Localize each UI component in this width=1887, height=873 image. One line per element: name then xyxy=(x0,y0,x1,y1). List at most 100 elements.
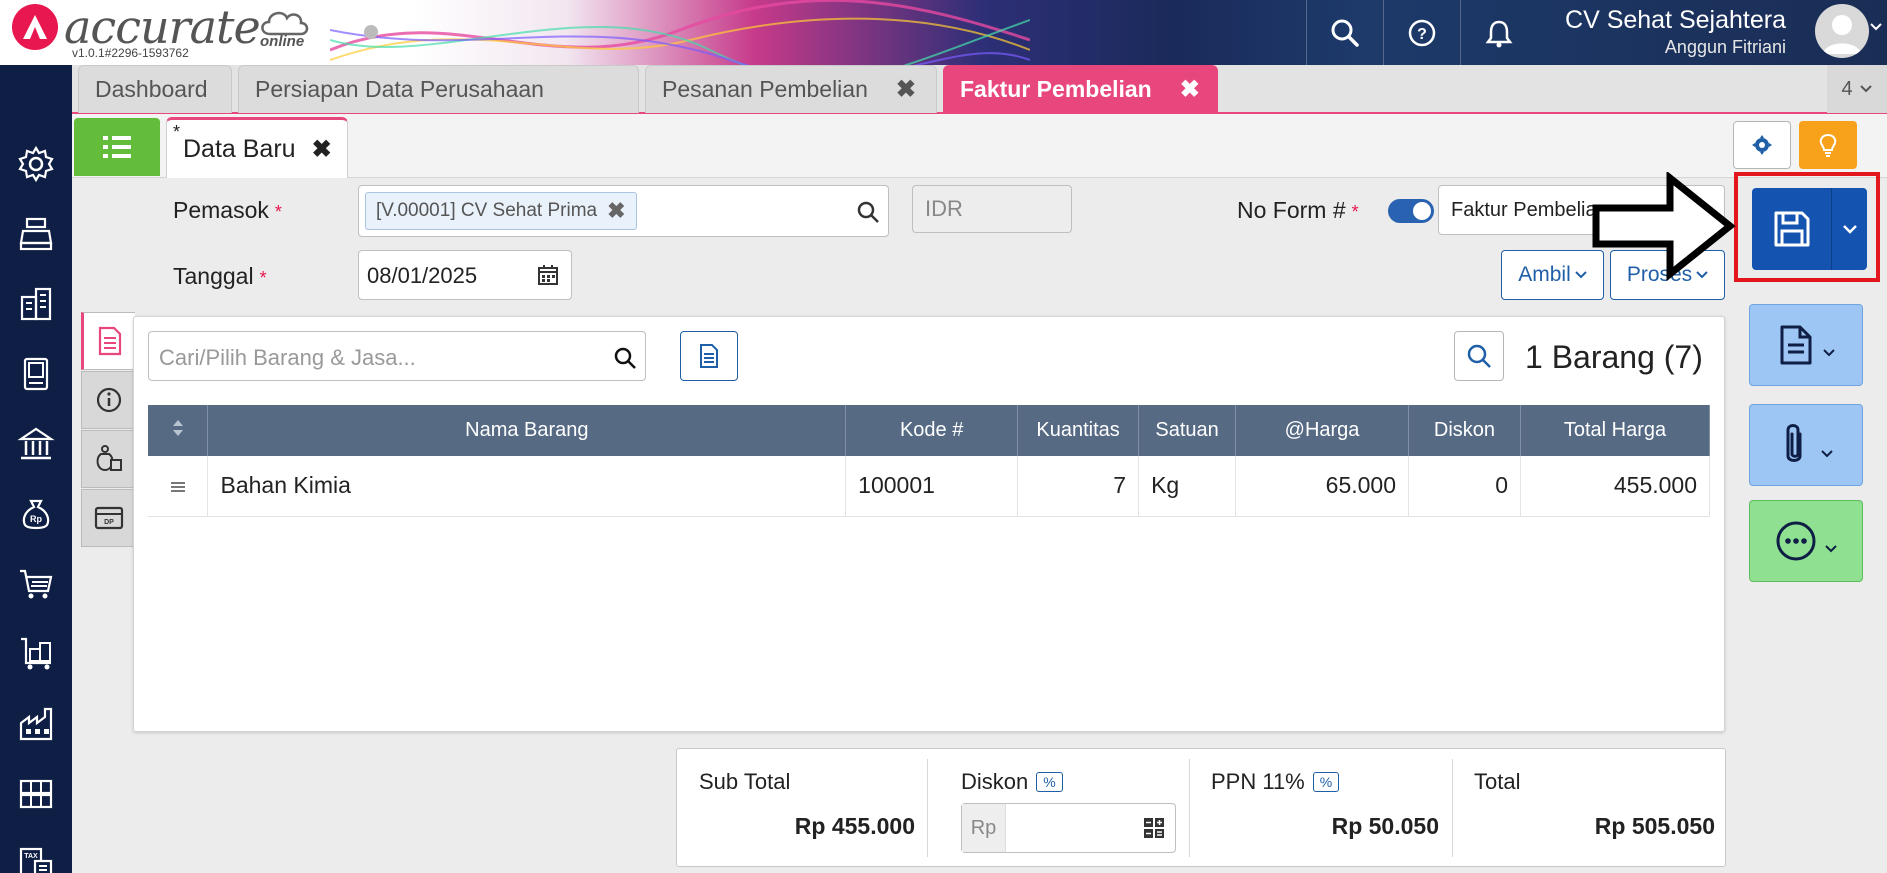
side-tab-dp[interactable]: DP xyxy=(81,489,135,547)
cell-diskon[interactable]: 0 xyxy=(1408,456,1521,517)
pemasok-field[interactable]: [V.00001] CV Sehat Prima ✖ xyxy=(358,185,889,237)
save-main[interactable] xyxy=(1752,188,1832,270)
more-options-button[interactable] xyxy=(1749,500,1863,582)
search-icon[interactable] xyxy=(613,346,637,370)
items-panel: 1 Barang (7) Nama Barang Kode # Kuantita… xyxy=(133,316,1725,732)
search-icon[interactable] xyxy=(856,200,880,224)
chevron-down-icon xyxy=(1859,85,1872,93)
company-name: CV Sehat Sejahtera xyxy=(1565,6,1786,34)
subtab-data-baru[interactable]: * Data Baru ✖ xyxy=(166,117,348,178)
auto-number-toggle[interactable] xyxy=(1388,199,1434,223)
calculator-icon[interactable] xyxy=(1143,817,1165,839)
item-count: 1 Barang (7) xyxy=(1525,339,1703,375)
close-icon[interactable]: ✖ xyxy=(312,135,332,164)
side-tab-items[interactable] xyxy=(81,312,135,370)
total-value: Rp 505.050 xyxy=(1594,813,1715,839)
tanggal-label-text: Tanggal xyxy=(173,263,254,289)
sidebar-item-bank[interactable] xyxy=(0,409,72,479)
cell-kode[interactable]: 100001 xyxy=(845,456,1019,517)
search-icon xyxy=(1467,344,1491,368)
tab-label: Persiapan Data Perusahaan xyxy=(255,76,544,102)
drag-handle[interactable] xyxy=(148,456,209,517)
side-tab-info[interactable] xyxy=(81,371,135,429)
currency-field[interactable]: IDR xyxy=(912,185,1072,233)
cell-harga[interactable]: 65.000 xyxy=(1235,456,1410,517)
lightbulb-icon xyxy=(1819,133,1837,157)
sidebar-item-inventory[interactable] xyxy=(0,619,72,689)
tab-label: Faktur Pembelian xyxy=(960,76,1152,102)
save-button[interactable] xyxy=(1752,188,1867,270)
close-icon[interactable]: ✖ xyxy=(607,198,625,224)
column-header-total[interactable]: Total Harga xyxy=(1520,405,1711,456)
help-button[interactable]: ? xyxy=(1383,0,1459,65)
attachment-button[interactable] xyxy=(1749,404,1863,486)
user-avatar-icon xyxy=(1823,15,1861,54)
save-dropdown[interactable] xyxy=(1832,224,1867,234)
ppn-percent-toggle[interactable]: % xyxy=(1312,772,1340,792)
sidebar-item-ledger[interactable] xyxy=(0,339,72,409)
notification-button[interactable] xyxy=(1460,0,1536,65)
required-mark: * xyxy=(274,202,282,222)
diskon-percent-toggle[interactable]: % xyxy=(1036,772,1063,792)
close-icon[interactable]: ✖ xyxy=(896,75,916,104)
cell-kuantitas[interactable]: 7 xyxy=(1017,456,1140,517)
column-header-satuan[interactable]: Satuan xyxy=(1138,405,1237,456)
sidebar-item-assets[interactable] xyxy=(0,759,72,829)
tips-button[interactable] xyxy=(1799,121,1857,169)
chevron-down-icon[interactable] xyxy=(1869,22,1883,32)
ppn-section: PPN 11% % Rp 50.050 xyxy=(1189,749,1451,868)
cell-satuan[interactable]: Kg xyxy=(1138,456,1237,517)
company-info[interactable]: CV Sehat Sejahtera Anggun Fitriani xyxy=(1565,6,1786,58)
column-header-harga[interactable]: @Harga xyxy=(1235,405,1410,456)
table-row[interactable]: Bahan Kimia 100001 7 Kg 65.000 0 455.000 xyxy=(148,456,1711,517)
subtotal-value: Rp 455.000 xyxy=(794,813,915,839)
settings-button[interactable] xyxy=(1733,121,1791,169)
avatar[interactable] xyxy=(1815,4,1869,58)
accurate-logo[interactable]: accurate xyxy=(12,4,261,50)
diskon-label-wrap: Diskon % xyxy=(961,769,1063,795)
sidebar-item-sales[interactable] xyxy=(0,199,72,269)
logo-mark-icon xyxy=(12,4,58,50)
sort-column-header[interactable] xyxy=(148,405,209,456)
search-button[interactable] xyxy=(1306,0,1382,65)
column-header-nama[interactable]: Nama Barang xyxy=(207,405,847,456)
sidebar-item-cash[interactable]: Rp xyxy=(0,479,72,549)
cell-nama[interactable]: Bahan Kimia xyxy=(207,456,847,517)
find-item-button[interactable] xyxy=(1454,331,1504,381)
ambil-button[interactable]: Ambil xyxy=(1501,250,1604,300)
cash-register-icon xyxy=(19,217,53,251)
save-highlight-box xyxy=(1734,172,1880,282)
tab-count-dropdown[interactable]: 4 xyxy=(1827,65,1887,113)
warehouse-icon xyxy=(19,779,53,809)
column-header-kode[interactable]: Kode # xyxy=(845,405,1019,456)
help-icon: ? xyxy=(1408,19,1435,46)
tab-dashboard[interactable]: Dashboard xyxy=(78,65,232,113)
logo-sub: online xyxy=(260,33,305,50)
side-tab-costs[interactable] xyxy=(81,430,135,488)
column-header-kuantitas[interactable]: Kuantitas xyxy=(1017,405,1140,456)
document-menu-button[interactable] xyxy=(1749,304,1863,386)
sidebar-item-purchase[interactable] xyxy=(0,549,72,619)
sidebar-item-settings[interactable] xyxy=(0,129,72,199)
column-header-diskon[interactable]: Diskon xyxy=(1408,405,1521,456)
item-detail-button[interactable] xyxy=(680,331,738,381)
tanggal-input[interactable]: 08/01/2025 xyxy=(358,250,572,300)
sidebar-item-company[interactable] xyxy=(0,269,72,339)
item-search-input[interactable] xyxy=(159,345,599,371)
tab-pesanan-pembelian[interactable]: Pesanan Pembelian ✖ xyxy=(645,65,937,113)
sidebar-item-tax[interactable]: TAX xyxy=(0,829,72,873)
diskon-input[interactable]: Rp xyxy=(961,803,1176,853)
total-label: Total xyxy=(1474,769,1521,794)
tab-faktur-pembelian[interactable]: Faktur Pembelian ✖ xyxy=(943,65,1218,113)
sidebar-item-manufacture[interactable] xyxy=(0,689,72,759)
calendar-icon[interactable] xyxy=(537,264,559,286)
trolley-boxes-icon xyxy=(21,637,51,670)
list-view-button[interactable] xyxy=(74,118,160,176)
close-icon[interactable]: ✖ xyxy=(1180,75,1200,104)
search-icon xyxy=(1331,19,1359,47)
version-label: v1.0.1#2296-1593762 xyxy=(72,46,189,60)
tab-persiapan-data[interactable]: Persiapan Data Perusahaan xyxy=(238,65,639,113)
cell-total[interactable]: 455.000 xyxy=(1520,456,1711,517)
document-lines-icon xyxy=(98,326,121,356)
item-search-field[interactable] xyxy=(148,331,646,381)
